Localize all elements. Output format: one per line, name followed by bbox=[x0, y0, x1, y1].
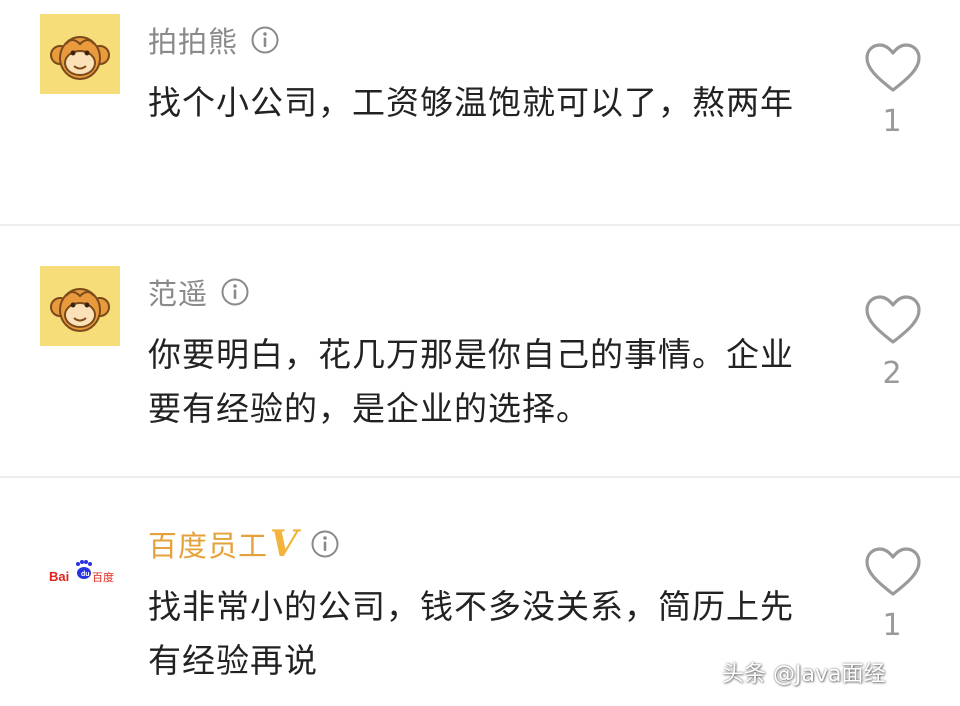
info-icon[interactable] bbox=[310, 529, 340, 559]
comment-text: 你要明白，花几万那是你自己的事情。企业要有经验的，是企业的选择。 bbox=[148, 335, 794, 428]
username-row: 百度员工 V bbox=[148, 522, 340, 566]
heart-icon[interactable] bbox=[864, 546, 922, 598]
monkey-icon bbox=[40, 266, 120, 346]
watermark: 头条 @Java面经 bbox=[722, 662, 886, 687]
like-count: 1 bbox=[882, 608, 902, 643]
info-icon[interactable] bbox=[220, 277, 250, 307]
comment-text: 找非常小的公司，钱不多没关系，简历上先有经验再说 bbox=[148, 587, 794, 680]
comment-item: 范遥 你要明白，花几万那是你自己的事情。企业要有经验的，是企业的选择。 2 bbox=[0, 252, 960, 476]
heart-icon[interactable] bbox=[864, 42, 922, 94]
monkey-icon bbox=[40, 14, 120, 94]
info-icon[interactable] bbox=[250, 25, 280, 55]
username-row: 范遥 bbox=[148, 270, 250, 314]
like-count: 2 bbox=[882, 356, 902, 391]
baidu-logo-icon: Bai du 百度 bbox=[40, 518, 120, 598]
like-count: 1 bbox=[882, 104, 902, 139]
divider bbox=[0, 224, 960, 226]
username[interactable]: 范遥 bbox=[148, 271, 208, 313]
comment-text: 找个小公司，工资够温饱就可以了，熬两年 bbox=[148, 83, 794, 122]
heart-icon[interactable] bbox=[864, 294, 922, 346]
user-avatar[interactable] bbox=[40, 14, 120, 94]
comment-item: 拍拍熊 找个小公司，工资够温饱就可以了，熬两年 1 bbox=[0, 0, 960, 224]
user-avatar[interactable]: Bai du 百度 bbox=[40, 518, 120, 598]
username-row: 拍拍熊 bbox=[148, 18, 280, 62]
svg-text:du: du bbox=[81, 571, 90, 578]
svg-text:Bai: Bai bbox=[49, 569, 69, 584]
user-avatar[interactable] bbox=[40, 266, 120, 346]
svg-text:百度: 百度 bbox=[92, 570, 114, 584]
username[interactable]: 拍拍熊 bbox=[148, 19, 238, 61]
divider bbox=[0, 476, 960, 478]
verified-badge: V bbox=[270, 523, 298, 565]
comment-list: 拍拍熊 找个小公司，工资够温饱就可以了，熬两年 1 范遥 你要明白，花几万那是你… bbox=[0, 0, 960, 706]
username[interactable]: 百度员工 bbox=[148, 523, 268, 565]
